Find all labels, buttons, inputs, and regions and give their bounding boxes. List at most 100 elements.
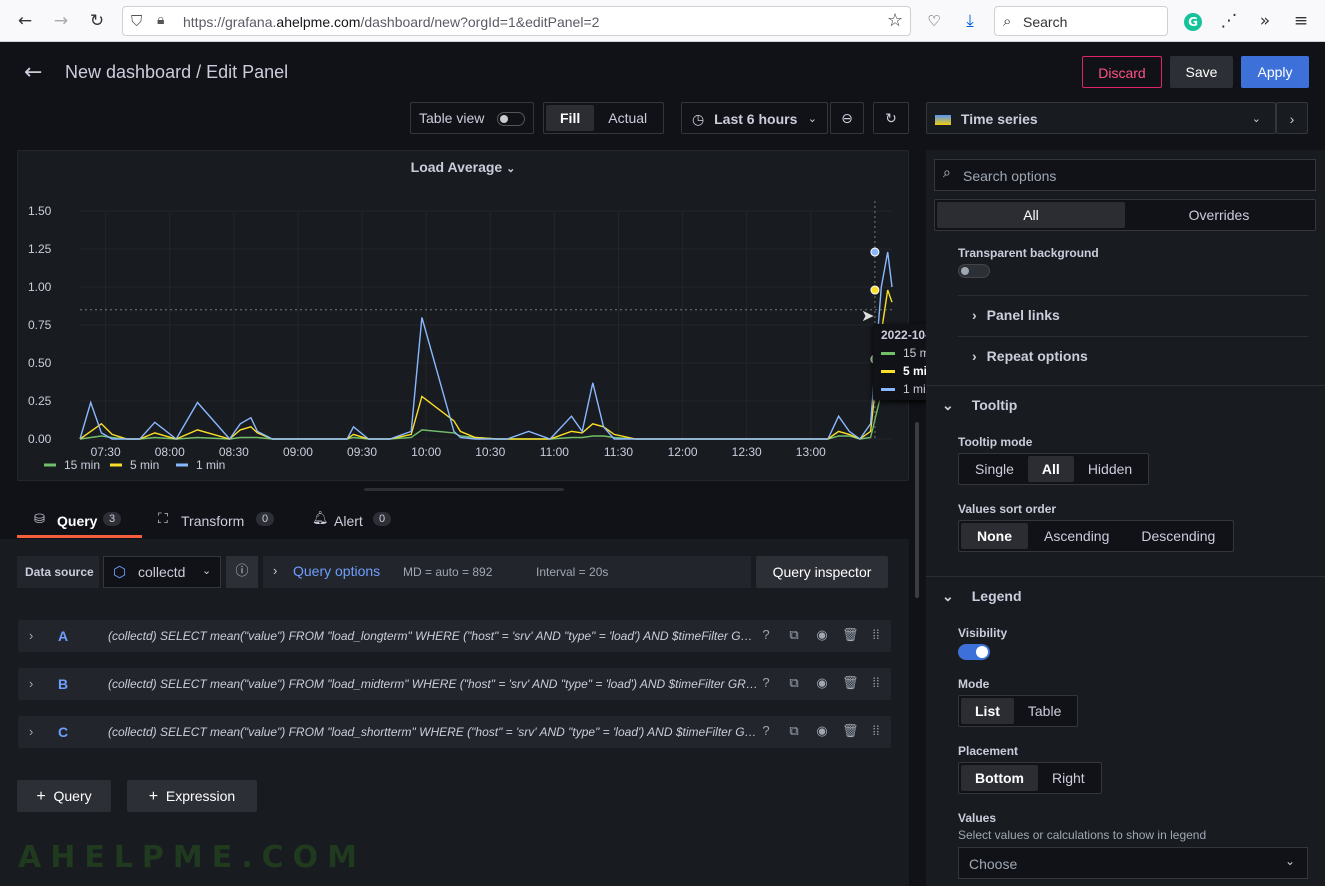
x-tick-label: 10:00 [411, 445, 441, 459]
legend-label: 15 min [64, 458, 100, 472]
query-row[interactable]: › B (collectd) SELECT mean("value") FROM "… [18, 668, 891, 700]
chevron-right-icon[interactable]: › [29, 676, 33, 691]
trash-icon[interactable]: 🗑︎ [842, 675, 859, 691]
table-view-switch[interactable] [497, 112, 525, 126]
tab-count-badge: 0 [373, 512, 392, 526]
query-text[interactable]: (collectd) SELECT mean("value") FROM "lo… [108, 677, 758, 691]
add-query-button[interactable]: + Query [17, 780, 111, 812]
menu-hamburger-icon[interactable]: ≡ [1288, 8, 1314, 34]
visualization-picker[interactable]: Time series ⌄ [926, 102, 1276, 134]
eye-icon[interactable]: ◉ [814, 723, 830, 739]
reload-icon[interactable]: ↻ [84, 8, 110, 34]
back-arrow-icon[interactable]: ← [24, 60, 42, 85]
placement-right[interactable]: Right [1038, 765, 1099, 791]
section-repeat-options[interactable]: › Repeat options [972, 348, 1088, 364]
fill-option[interactable]: Fill [546, 105, 595, 131]
grammarly-icon[interactable]: G [1180, 8, 1206, 34]
add-expression-button[interactable]: + Expression [127, 780, 257, 812]
data-source-picker[interactable]: ⬡ collectd ⌄ [103, 556, 221, 588]
y-tick-label: 1.00 [28, 280, 52, 294]
query-options-bar[interactable]: › Query options MD = auto = 892 Interval… [263, 556, 751, 588]
back-arrow-icon[interactable]: ← [12, 8, 38, 34]
sort-none[interactable]: None [961, 523, 1028, 549]
duplicate-icon[interactable]: ⧉ [786, 627, 802, 643]
url-bar[interactable]: ⛉ 🔒︎ https://grafana.ahelpme.com/dashboa… [122, 6, 911, 36]
tab-all[interactable]: All [937, 202, 1125, 228]
query-letter[interactable]: B [58, 676, 68, 692]
collapse-options-button[interactable]: › [1276, 102, 1308, 134]
legend-visibility-switch[interactable] [958, 644, 990, 660]
query-inspector-button[interactable]: Query inspector [756, 556, 888, 588]
help-icon[interactable]: ⓘ [226, 556, 258, 588]
discard-button[interactable]: Discard [1082, 56, 1162, 88]
sort-order-group[interactable]: None Ascending Descending [958, 520, 1235, 552]
chevron-right-icon[interactable]: › [29, 724, 33, 739]
zoom-out-icon[interactable]: ⊖ [830, 102, 864, 134]
max-data-points: MD = auto = 892 [403, 565, 493, 579]
trash-icon[interactable]: 🗑︎ [842, 627, 859, 643]
download-icon[interactable]: ⤓ [957, 8, 983, 34]
transparent-bg-switch[interactable] [958, 264, 990, 278]
extension-icon[interactable]: ⋰ [1216, 8, 1242, 34]
query-text[interactable]: (collectd) SELECT mean("value") FROM "lo… [108, 725, 758, 739]
duplicate-icon[interactable]: ⧉ [786, 675, 802, 691]
legend-values-select[interactable]: Choose ⌄ [958, 847, 1308, 879]
trash-icon[interactable]: 🗑︎ [842, 723, 859, 739]
tooltip-mode-hidden[interactable]: Hidden [1074, 456, 1146, 482]
hover-point [870, 285, 880, 295]
query-letter[interactable]: C [58, 724, 68, 740]
query-text[interactable]: (collectd) SELECT mean("value") FROM "lo… [108, 629, 758, 643]
forward-arrow-icon[interactable]: → [48, 8, 74, 34]
section-panel-links[interactable]: › Panel links [972, 307, 1060, 323]
table-view-toggle[interactable]: Table view [410, 102, 534, 134]
tooltip-mode-group[interactable]: Single All Hidden [958, 453, 1150, 485]
sort-descending[interactable]: Descending [1125, 523, 1231, 549]
search-options-input[interactable]: ⌕ Search options [934, 159, 1316, 191]
sort-ascending[interactable]: Ascending [1028, 523, 1125, 549]
eye-icon[interactable]: ◉ [814, 627, 830, 643]
query-letter[interactable]: A [58, 628, 68, 644]
x-tick-label: 12:30 [732, 445, 762, 459]
help-icon[interactable]: ? [758, 675, 774, 691]
placement-bottom[interactable]: Bottom [961, 765, 1038, 791]
refresh-icon[interactable]: ↻ [873, 102, 909, 134]
drag-handle-icon[interactable]: ⁞⁞ [868, 675, 884, 691]
scrollbar[interactable] [915, 422, 919, 598]
chevron-right-icon: › [273, 563, 278, 578]
drag-handle-icon[interactable]: ⁞⁞ [868, 627, 884, 643]
query-row[interactable]: › A (collectd) SELECT mean("value") FROM "… [18, 620, 891, 652]
legend-mode-table[interactable]: Table [1014, 698, 1075, 724]
panel-title[interactable]: Load Average ⌄ [18, 159, 908, 175]
chevron-right-icon[interactable]: › [29, 628, 33, 643]
legend-mode-list[interactable]: List [961, 698, 1014, 724]
tab-overrides[interactable]: Overrides [1125, 202, 1313, 228]
eye-icon[interactable]: ◉ [814, 675, 830, 691]
time-range-picker[interactable]: ◷ Last 6 hours ⌄ [681, 102, 828, 134]
help-icon[interactable]: ? [758, 627, 774, 643]
tab-query[interactable]: ⛁ Query 3 [17, 508, 142, 538]
bookmark-star-icon[interactable]: ☆ [887, 10, 903, 31]
query-row[interactable]: › C (collectd) SELECT mean("value") FROM "… [18, 716, 891, 748]
actual-option[interactable]: Actual [594, 105, 661, 131]
load-average-chart[interactable]: 1.50 1.25 1.00 0.75 0.50 0.25 0.00 07:30 08:00 08… [18, 191, 908, 481]
section-legend[interactable]: ⌄ Legend [942, 588, 1022, 605]
tooltip-mode-single[interactable]: Single [961, 456, 1028, 482]
help-icon[interactable]: ? [758, 723, 774, 739]
legend-placement-group[interactable]: Bottom Right [958, 762, 1102, 794]
pocket-icon[interactable]: ♡ [921, 8, 947, 34]
duplicate-icon[interactable]: ⧉ [786, 723, 802, 739]
apply-button[interactable]: Apply [1241, 56, 1309, 88]
tab-transform[interactable]: ⛶ Transform 0 [158, 508, 283, 538]
tab-alert[interactable]: 🔔︎ Alert 0 [312, 508, 412, 538]
fill-actual-toggle[interactable]: Fill Actual [543, 102, 665, 134]
save-button[interactable]: Save [1170, 56, 1233, 88]
options-tabs[interactable]: All Overrides [934, 199, 1316, 231]
drag-handle-icon[interactable]: ⁞⁞ [868, 723, 884, 739]
tooltip-mode-all[interactable]: All [1027, 456, 1074, 482]
legend-mode-group[interactable]: List Table [958, 695, 1079, 727]
pane-splitter[interactable] [364, 488, 564, 491]
section-tooltip[interactable]: ⌄ Tooltip [942, 397, 1017, 414]
browser-search[interactable]: ⌕ Search [994, 6, 1168, 36]
overflow-chevrons-icon[interactable]: » [1252, 8, 1278, 34]
values-description: Select values or calculations to show in… [958, 828, 1207, 842]
